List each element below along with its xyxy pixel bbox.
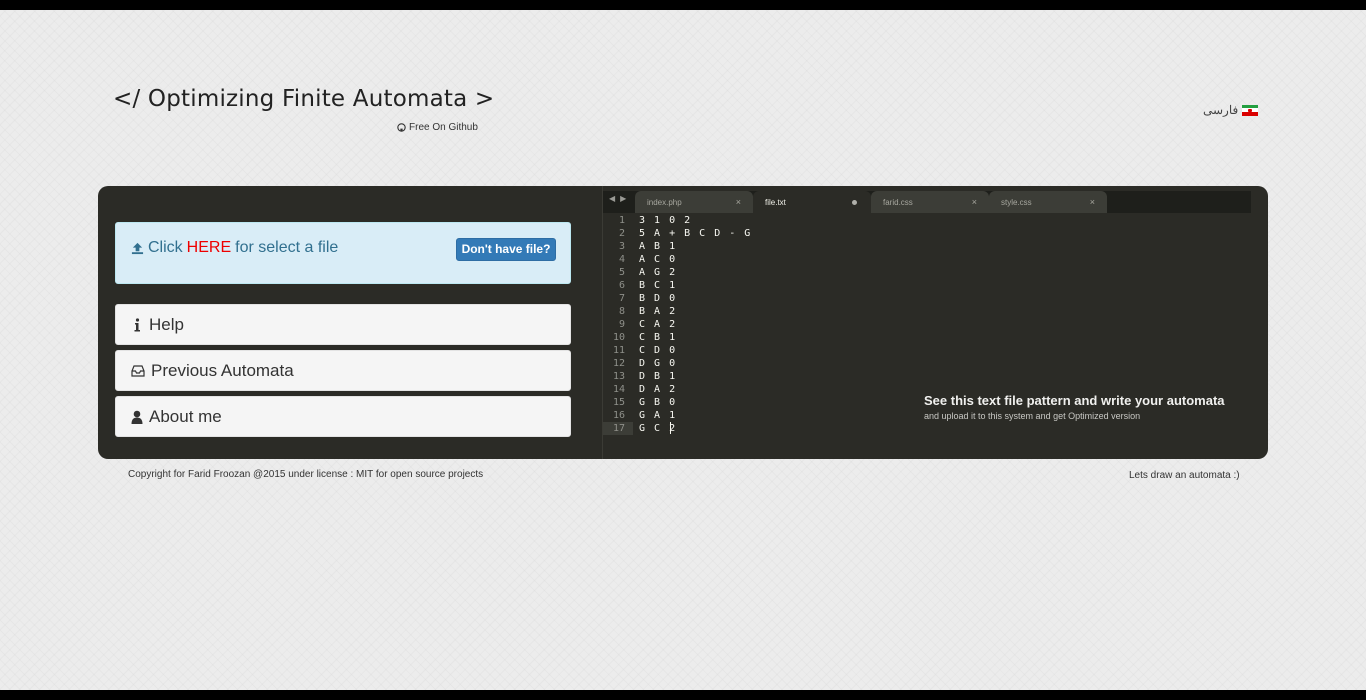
line-number: 3 <box>618 241 625 252</box>
select-file-link[interactable]: Click HERE for select a file <box>131 239 338 257</box>
line-number: 10 <box>612 332 625 343</box>
about-me-label: About me <box>149 406 222 426</box>
upload-prefix: Click <box>148 239 183 256</box>
language-label: فارسی <box>1203 103 1239 117</box>
line-text: D A 2 <box>639 384 677 395</box>
line-number: 12 <box>612 358 625 369</box>
code-line[interactable]: 3 A B 1 <box>603 240 1268 253</box>
top-border <box>0 0 1366 10</box>
line-text: B A 2 <box>639 306 677 317</box>
line-number: 8 <box>618 306 625 317</box>
code-line[interactable]: 17 G C 2 <box>603 422 1268 435</box>
tab-nav-arrows[interactable]: ◀ ▶ <box>609 194 626 203</box>
code-line[interactable]: 12 D G 0 <box>603 357 1268 370</box>
close-icon[interactable]: × <box>972 197 977 207</box>
hint-title: See this text file pattern and write you… <box>924 393 1225 408</box>
line-text: 5 A + B C D - G <box>639 228 752 239</box>
line-text: D B 1 <box>639 371 677 382</box>
close-icon[interactable]: × <box>736 197 741 207</box>
line-number: 16 <box>612 410 625 421</box>
line-text: C B 1 <box>639 332 677 343</box>
upload-alert: Click HERE for select a file Don't have … <box>115 222 571 284</box>
line-number: 7 <box>618 293 625 304</box>
tab-prev-icon[interactable]: ◀ <box>609 194 615 203</box>
code-line[interactable]: 7 B D 0 <box>603 292 1268 305</box>
tab-index-php[interactable]: index.php × <box>635 191 753 213</box>
line-number: 6 <box>618 280 625 291</box>
line-text: A B 1 <box>639 241 677 252</box>
tab-file-txt[interactable]: file.txt <box>753 191 871 213</box>
footer-tagline: Lets draw an automata :) <box>1129 470 1240 481</box>
line-text: 3 1 0 2 <box>639 215 692 226</box>
close-icon[interactable]: × <box>1090 197 1095 207</box>
line-number: 9 <box>618 319 625 330</box>
line-text: D G 0 <box>639 358 677 369</box>
main-panel: Click HERE for select a file Don't have … <box>98 186 1268 459</box>
line-number: 15 <box>612 397 625 408</box>
code-line[interactable]: 9 C A 2 <box>603 318 1268 331</box>
user-icon <box>131 410 143 424</box>
line-number: 11 <box>612 345 625 356</box>
tab-label: index.php <box>647 198 682 207</box>
text-cursor <box>670 422 671 434</box>
upload-icon <box>131 242 144 254</box>
code-line[interactable]: 10 C B 1 <box>603 331 1268 344</box>
previous-automata-label: Previous Automata <box>151 360 294 380</box>
line-text: C A 2 <box>639 319 677 330</box>
inbox-icon <box>131 364 145 377</box>
line-number: 13 <box>612 371 625 382</box>
code-line[interactable]: 6 B C 1 <box>603 279 1268 292</box>
copyright-text: Copyright for Farid Froozan @2015 under … <box>128 469 484 480</box>
previous-automata-button[interactable]: Previous Automata <box>115 350 571 391</box>
line-number: 4 <box>618 254 625 265</box>
code-line[interactable]: 13 D B 1 <box>603 370 1268 383</box>
line-number: 14 <box>612 384 625 395</box>
line-text: B D 0 <box>639 293 677 304</box>
help-label: Help <box>149 314 184 334</box>
tab-label: file.txt <box>765 198 786 207</box>
line-text: A C 0 <box>639 254 677 265</box>
github-link-label: Free On Github <box>409 122 478 133</box>
upload-here[interactable]: HERE <box>187 239 231 257</box>
unsaved-dot-icon[interactable] <box>852 200 857 205</box>
hint-subtitle: and upload it to this system and get Opt… <box>924 411 1141 421</box>
no-file-button[interactable]: Don't have file? <box>456 238 556 261</box>
github-icon <box>397 123 406 132</box>
help-button[interactable]: Help <box>115 304 571 345</box>
github-link[interactable]: Free On Github <box>397 122 478 133</box>
line-text: G B 0 <box>639 397 677 408</box>
info-icon <box>134 317 140 331</box>
tab-next-icon[interactable]: ▶ <box>620 194 626 203</box>
language-switch[interactable]: فارسی <box>1203 103 1259 117</box>
about-me-button[interactable]: About me <box>115 396 571 437</box>
upload-suffix: for select a file <box>235 239 339 256</box>
code-line[interactable]: 1 3 1 0 2 <box>603 214 1268 227</box>
bottom-border <box>0 690 1366 700</box>
line-text: B C 1 <box>639 280 677 291</box>
code-line[interactable]: 4 A C 0 <box>603 253 1268 266</box>
tab-label: farid.css <box>883 198 913 207</box>
code-editor: ◀ ▶ index.php × file.txt farid.css × sty… <box>602 186 1268 459</box>
line-text: A G 2 <box>639 267 677 278</box>
editor-tab-bar: ◀ ▶ index.php × file.txt farid.css × sty… <box>603 191 1251 213</box>
iran-flag-icon <box>1242 104 1259 116</box>
tab-style-css[interactable]: style.css × <box>989 191 1107 213</box>
line-number: 1 <box>618 215 625 226</box>
line-number: 5 <box>618 267 625 278</box>
code-line[interactable]: 11 C D 0 <box>603 344 1268 357</box>
line-text: G A 1 <box>639 410 677 421</box>
code-line[interactable]: 8 B A 2 <box>603 305 1268 318</box>
line-number: 17 <box>603 422 633 435</box>
tab-farid-css[interactable]: farid.css × <box>871 191 989 213</box>
page-title: </ Optimizing Finite Automata > <box>113 86 495 112</box>
tab-label: style.css <box>1001 198 1032 207</box>
code-line[interactable]: 2 5 A + B C D - G <box>603 227 1268 240</box>
code-line[interactable]: 5 A G 2 <box>603 266 1268 279</box>
line-number: 2 <box>618 228 625 239</box>
line-text: C D 0 <box>639 345 677 356</box>
